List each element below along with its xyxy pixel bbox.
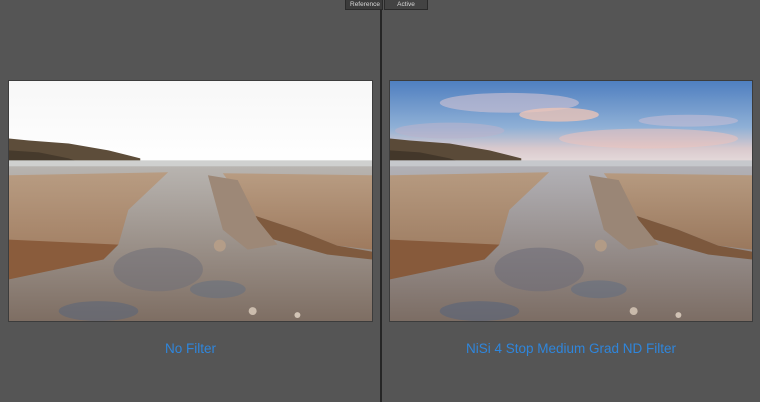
- active-photo[interactable]: [389, 80, 753, 322]
- beach-photo-unfiltered: [9, 81, 372, 321]
- split-divider[interactable]: [380, 0, 382, 402]
- tab-reference[interactable]: Reference: [345, 0, 383, 10]
- tab-active[interactable]: Active: [384, 0, 428, 10]
- caption-grad-nd-filter: NiSi 4 Stop Medium Grad ND Filter: [465, 341, 677, 356]
- reference-photo[interactable]: [8, 80, 373, 322]
- caption-no-filter: No Filter: [164, 341, 216, 356]
- beach-photo-filtered: [390, 81, 752, 321]
